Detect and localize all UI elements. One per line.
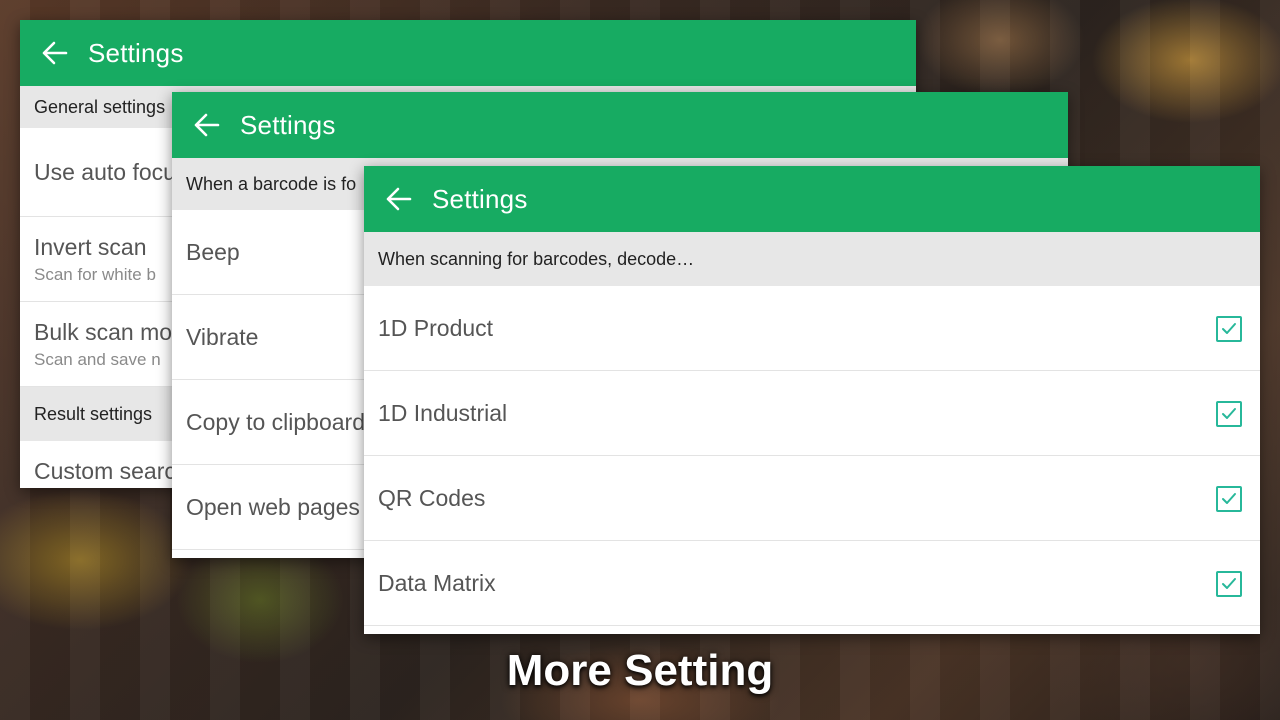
setting-1d-product[interactable]: 1D Product (364, 286, 1260, 371)
checkbox-checked-icon[interactable] (1216, 401, 1242, 427)
app-bar: Settings (20, 20, 916, 86)
setting-title: Beep (186, 238, 240, 265)
app-bar: Settings (364, 166, 1260, 232)
promo-caption: More Setting (506, 646, 774, 695)
arrow-left-icon[interactable] (40, 39, 68, 67)
section-header-decode: When scanning for barcodes, decode… (364, 232, 1260, 286)
setting-data-matrix[interactable]: Data Matrix (364, 541, 1260, 626)
setting-title: Custom search (34, 457, 189, 484)
app-bar: Settings (172, 92, 1068, 158)
app-bar-title: Settings (240, 109, 336, 140)
checkbox-checked-icon[interactable] (1216, 486, 1242, 512)
setting-1d-industrial[interactable]: 1D Industrial (364, 371, 1260, 456)
setting-title: QR Codes (378, 484, 486, 511)
setting-qr-codes[interactable]: QR Codes (364, 456, 1260, 541)
app-bar-title: Settings (432, 183, 528, 214)
settings-panel-decode-formats: Settings When scanning for barcodes, dec… (364, 166, 1260, 634)
setting-title: Bulk scan mo (34, 318, 173, 345)
setting-title: Use auto focus (34, 158, 188, 185)
setting-title: Copy to clipboard (186, 408, 365, 435)
setting-title: 1D Product (378, 314, 494, 341)
setting-title: Invert scan (34, 233, 147, 260)
arrow-left-icon[interactable] (192, 111, 220, 139)
setting-subtitle: Scan for white b (34, 264, 156, 284)
setting-title: 1D Industrial (378, 399, 508, 426)
arrow-left-icon[interactable] (384, 185, 412, 213)
setting-title: Vibrate (186, 323, 259, 350)
app-bar-title: Settings (88, 37, 184, 68)
setting-title: Open web pages (186, 493, 360, 520)
checkbox-checked-icon[interactable] (1216, 316, 1242, 342)
setting-title: Data Matrix (378, 569, 496, 596)
setting-subtitle: Scan and save n (34, 349, 161, 369)
checkbox-checked-icon[interactable] (1216, 571, 1242, 597)
